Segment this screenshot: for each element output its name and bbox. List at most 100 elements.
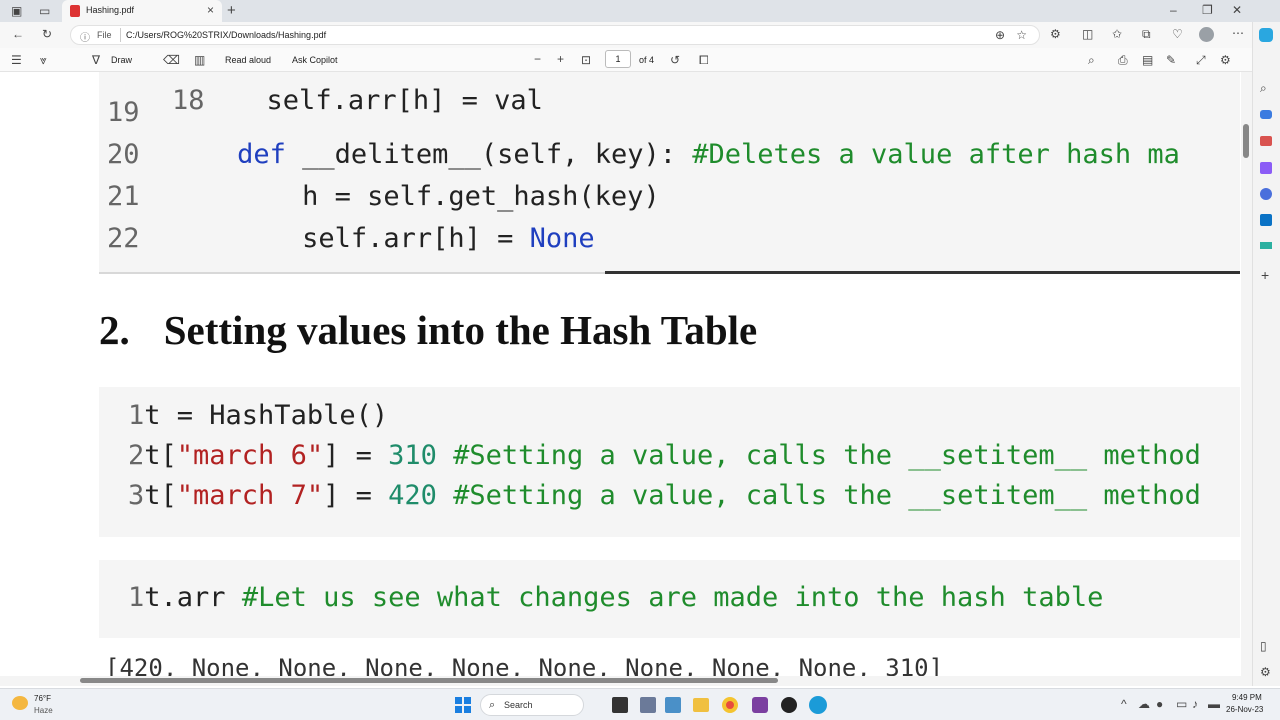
doc-horizontal-scrollbar[interactable] (0, 676, 1252, 686)
output-line: [420, None, None, None, None, None, None… (105, 654, 944, 676)
microphone-icon[interactable]: ● (1156, 698, 1163, 710)
code-line: 1t.arr #Let us see what changes are made… (128, 578, 1103, 618)
code-token: __delitem__(self, key): (285, 139, 693, 170)
fullscreen-icon[interactable]: ⤢ (1196, 54, 1206, 66)
file-explorer-icon[interactable] (693, 698, 709, 712)
pdf-page[interactable]: 18 self.arr[h] = val 19 20 def __delitem_… (0, 72, 1252, 676)
rotate-icon[interactable]: ↺ (670, 54, 680, 66)
code-token: self.arr[h] = (302, 223, 530, 254)
contents-icon[interactable]: ☰ (11, 54, 22, 66)
code-token: t.arr (144, 582, 242, 613)
ask-copilot-button[interactable]: Ask Copilot (292, 55, 338, 65)
browser-essentials-icon[interactable]: ♡ (1172, 28, 1183, 40)
zoom-in-icon[interactable]: + (557, 53, 564, 65)
task-view-icon[interactable] (612, 697, 628, 713)
split-screen-icon[interactable]: ◫ (1082, 28, 1093, 40)
tab-actions-icon[interactable]: ▭ (39, 5, 50, 17)
code-line: 22 self.arr[h] = None (107, 218, 1180, 260)
sidebar-settings-icon[interactable]: ⚙ (1260, 666, 1271, 678)
draw-icon[interactable]: ∇ (92, 54, 100, 66)
slack-icon[interactable] (752, 697, 768, 713)
widgets-icon[interactable] (640, 697, 656, 713)
code-token: "march 7" (176, 480, 324, 511)
show-hidden-icons[interactable]: ^ (1121, 698, 1127, 710)
print-icon[interactable]: ⎙ (1118, 54, 1128, 66)
extensions-icon[interactable]: ⚙ (1050, 28, 1061, 40)
refresh-icon[interactable]: ↻ (42, 28, 52, 40)
tab-hashing-pdf[interactable]: Hashing.pdf × (62, 0, 222, 22)
code-token: #Deletes a value after hash ma (692, 139, 1180, 170)
code-token: t = HashTable() (144, 400, 389, 431)
sidebar-search-icon[interactable]: ⌕ (1260, 82, 1267, 94)
maximize-icon[interactable]: ❐ (1202, 4, 1213, 16)
minimize-icon[interactable]: – (1170, 4, 1177, 16)
collections-icon[interactable]: ⧉ (1142, 28, 1151, 40)
doc-vertical-scrollbar[interactable] (1241, 72, 1252, 676)
page-number-input[interactable]: 1 (605, 50, 631, 68)
cloud-icon[interactable]: ☁ (1138, 698, 1150, 710)
microsoft365-icon[interactable] (1260, 188, 1272, 200)
code-lines-top: 19 20 def __delitem__(self, key): #Delet… (107, 92, 1180, 260)
chrome-icon[interactable] (722, 697, 738, 713)
code-token: None (529, 223, 595, 254)
line-number: 1 (128, 582, 145, 613)
workspaces-icon[interactable]: ▣ (11, 5, 22, 17)
code-token: t[ (144, 440, 177, 471)
save-icon[interactable]: ▤ (1142, 54, 1153, 66)
edge-icon[interactable] (809, 696, 827, 714)
network-icon[interactable]: ▭ (1176, 698, 1187, 710)
url-scheme-label: File (97, 30, 112, 40)
tools-icon[interactable] (1260, 136, 1272, 146)
erase-icon[interactable]: ⌫ (163, 54, 180, 66)
fit-page-icon[interactable]: ⊡ (581, 54, 591, 66)
clock-time[interactable]: 9:49 PM (1232, 693, 1262, 702)
address-bar-row: ← ↻ ⓘ File C:/Users/ROG%20STRIX/Download… (0, 22, 1280, 48)
code-block-scrollbar[interactable] (605, 271, 1240, 274)
more-menu-icon[interactable]: ⋯ (1232, 27, 1244, 39)
zoom-icon[interactable]: ⊕ (995, 29, 1005, 41)
copilot-icon[interactable] (1259, 28, 1273, 42)
doc-scroll-thumb[interactable] (1243, 124, 1249, 158)
code-line: 2t["march 6"] = 310 #Setting a value, ca… (128, 436, 1201, 476)
tab-title: Hashing.pdf (86, 5, 135, 15)
weather-icon[interactable] (12, 696, 28, 710)
taskbar-search[interactable]: ⌕ Search (480, 694, 584, 716)
doc-hscroll-thumb[interactable] (80, 678, 778, 683)
page-view-icon[interactable]: ⧠ (699, 54, 709, 66)
sidebar-toggle-icon[interactable]: ▯ (1260, 640, 1267, 652)
read-aloud-button[interactable]: Read aloud (225, 55, 271, 65)
close-tab-icon[interactable]: × (207, 3, 214, 17)
weather-desc: Haze (34, 706, 53, 715)
favorites-icon[interactable]: ✩ (1112, 28, 1122, 40)
clock-date[interactable]: 26-Nov-23 (1226, 705, 1263, 714)
games-icon[interactable] (1260, 162, 1272, 174)
add-sidebar-app-icon[interactable]: + (1261, 268, 1269, 282)
line-number: 3 (128, 480, 145, 511)
url-input[interactable]: ⓘ File C:/Users/ROG%20STRIX/Downloads/Ha… (70, 25, 1040, 45)
back-icon[interactable]: ← (12, 28, 24, 40)
save-as-icon[interactable]: ✎ (1166, 54, 1176, 66)
volume-icon[interactable]: ♪ (1192, 698, 1198, 710)
search-pdf-icon[interactable]: ⌕ (1088, 54, 1095, 66)
drop-icon[interactable] (1260, 242, 1272, 249)
start-icon[interactable] (455, 697, 471, 713)
info-icon[interactable]: ⓘ (80, 29, 90, 44)
photos-icon[interactable] (665, 697, 681, 713)
profile-avatar[interactable] (1199, 27, 1214, 42)
code-token: h = self.get_hash(key) (302, 181, 660, 212)
code-token: def (237, 139, 286, 170)
pdf-settings-icon[interactable]: ⚙ (1220, 54, 1231, 66)
view-icon[interactable]: ▥ (194, 54, 205, 66)
outlook-icon[interactable] (1260, 214, 1272, 226)
close-window-icon[interactable]: ✕ (1232, 4, 1242, 16)
draw-button[interactable]: Draw (111, 55, 132, 65)
battery-icon[interactable]: ▬ (1208, 698, 1220, 710)
highlight-icon[interactable]: ⩔ (40, 54, 47, 66)
favorite-star-icon[interactable]: ☆ (1016, 29, 1027, 41)
shopping-icon[interactable] (1260, 110, 1272, 119)
code-token: 310 (388, 440, 437, 471)
new-tab-icon[interactable]: + (227, 3, 236, 18)
github-icon[interactable] (781, 697, 797, 713)
url-separator (120, 28, 121, 42)
zoom-out-icon[interactable]: − (534, 53, 541, 65)
